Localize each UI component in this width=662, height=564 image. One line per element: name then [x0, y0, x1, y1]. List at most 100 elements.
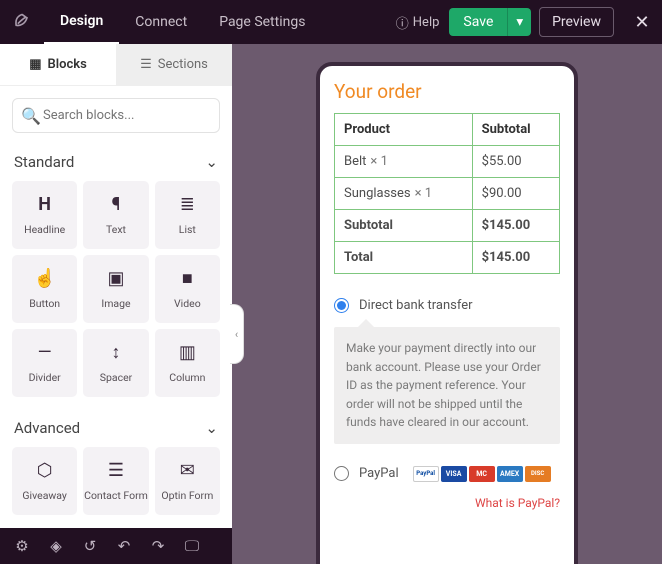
block-list[interactable]: ≣ List [155, 181, 220, 249]
sidebar: ▦Blocks ☰ Sections 🔍 Standard ⌄ H Headline… [0, 44, 232, 564]
save-button-group: Save ▾ [449, 8, 531, 36]
tab-sections-label: Sections [158, 57, 208, 72]
tab-blocks-label: Blocks [47, 57, 86, 72]
help-link[interactable]: ⓘ Help [396, 13, 440, 32]
block-label: Spacer [100, 371, 132, 384]
discover-icon: DISC [525, 466, 551, 482]
workspace: ▦Blocks ☰ Sections 🔍 Standard ⌄ H Headline… [0, 44, 662, 564]
gear-icon: ⚙ [15, 537, 28, 555]
block-label: Optin Form [161, 489, 213, 502]
cell-product: Sunglasses× 1 [335, 178, 473, 210]
col-product: Product [335, 114, 473, 146]
block-spacer[interactable]: ↕Spacer [83, 329, 148, 397]
label-bank: Direct bank transfer [359, 298, 473, 313]
redo-icon: ↷ [152, 537, 165, 555]
block-divider[interactable]: —Divider [12, 329, 77, 397]
block-contact-form[interactable]: ☰Contact Form [83, 447, 148, 515]
divider-icon: — [38, 342, 52, 363]
order-title: Your order [334, 80, 560, 103]
redo-button[interactable]: ↷ [144, 532, 172, 560]
block-label: Headline [24, 223, 65, 236]
search-icon: 🔍 [21, 106, 41, 125]
tab-sections[interactable]: ☰ Sections [116, 44, 232, 85]
table-header-row: Product Subtotal [335, 114, 560, 146]
button-icon: ☝ [33, 268, 55, 289]
payment-option-paypal[interactable]: PayPal PayPal VISA MC AMEX DISC [334, 462, 560, 486]
search-wrap: 🔍 [12, 98, 220, 133]
layers-icon: ◈ [50, 537, 62, 555]
layers-button[interactable]: ◈ [42, 532, 70, 560]
history-icon: ↺ [84, 537, 97, 555]
mail-icon: ✉ [180, 460, 195, 481]
block-label: Column [169, 371, 205, 384]
block-giveaway[interactable]: ⬡Giveaway [12, 447, 77, 515]
mastercard-icon: MC [469, 466, 495, 482]
sections-icon: ☰ [140, 57, 152, 72]
nav-design[interactable]: Design [44, 0, 119, 44]
payment-option-bank[interactable]: Direct bank transfer [334, 294, 560, 317]
sidebar-collapse-handle[interactable]: ‹ [230, 304, 244, 364]
block-column[interactable]: ▥ Column [155, 329, 220, 397]
caret-down-icon: ▾ [516, 15, 523, 30]
sidebar-tabs: ▦Blocks ☰ Sections [0, 44, 232, 86]
topbar: Design Connect Page Settings ⓘ Help Save… [0, 0, 662, 44]
nav-connect[interactable]: Connect [119, 0, 203, 44]
group-standard-title: Standard [14, 153, 74, 171]
settings-button[interactable]: ⚙ [8, 532, 36, 560]
help-icon: ⓘ [396, 13, 409, 32]
chevron-down-icon: ⌄ [205, 153, 218, 171]
block-headline[interactable]: H Headline [12, 181, 77, 249]
column-icon: ▥ [179, 342, 196, 363]
block-image[interactable]: ▣ Image [83, 255, 148, 323]
what-is-paypal-link[interactable]: What is PayPal? [334, 496, 560, 510]
text-icon: ¶ [112, 194, 121, 215]
device-button[interactable]: 🖵 [178, 532, 206, 560]
block-video[interactable]: ■Video [155, 255, 220, 323]
group-advanced-title: Advanced [14, 419, 80, 437]
product-qty: × 1 [415, 186, 432, 201]
save-dropdown[interactable]: ▾ [507, 8, 531, 36]
group-standard-header[interactable]: Standard ⌄ [12, 147, 220, 181]
row-total: Total $145.00 [335, 242, 560, 274]
radio-bank[interactable] [334, 298, 349, 313]
preview-button[interactable]: Preview [539, 7, 614, 37]
total-label: Total [335, 242, 473, 274]
headline-icon: H [38, 194, 51, 215]
list-icon: ≣ [180, 194, 195, 215]
grid-standard: H Headline ¶ Text ≣ List ☝Button ▣ Image ■Vi… [12, 181, 220, 397]
block-label: Image [101, 297, 130, 310]
visa-icon: VISA [441, 466, 467, 482]
image-icon: ▣ [107, 268, 124, 289]
block-label: Text [106, 223, 126, 236]
order-table: Product Subtotal Belt× 1 $55.00 Sunglass… [334, 113, 560, 274]
history-button[interactable]: ↺ [76, 532, 104, 560]
block-optin-form[interactable]: ✉ Optin Form [155, 447, 220, 515]
payment-methods: Direct bank transfer Make your payment d… [334, 294, 560, 510]
app-logo [0, 12, 44, 32]
cell-product: Belt× 1 [335, 146, 473, 178]
tab-blocks[interactable]: ▦Blocks [0, 44, 116, 85]
block-text[interactable]: ¶ Text [83, 181, 148, 249]
label-paypal: PayPal [359, 466, 399, 481]
save-button[interactable]: Save [449, 8, 507, 36]
radio-paypal[interactable] [334, 466, 349, 481]
row-subtotal: Subtotal $145.00 [335, 210, 560, 242]
nav-page-settings[interactable]: Page Settings [203, 0, 321, 44]
close-icon: ✕ [634, 12, 649, 33]
giveaway-icon: ⬡ [37, 460, 53, 481]
block-button[interactable]: ☝Button [12, 255, 77, 323]
chevron-down-icon: ⌄ [205, 419, 218, 437]
search-input[interactable] [12, 98, 220, 133]
col-subtotal: Subtotal [472, 114, 559, 146]
chevron-left-icon: ‹ [235, 328, 238, 341]
desktop-icon: 🖵 [185, 537, 199, 555]
form-icon: ☰ [108, 460, 124, 481]
group-advanced-header[interactable]: Advanced ⌄ [12, 413, 220, 447]
close-button[interactable]: ✕ [622, 2, 662, 42]
block-label: List [179, 223, 196, 236]
cell-amount: $90.00 [472, 178, 559, 210]
sidebar-footer: ⚙ ◈ ↺ ↶ ↷ 🖵 [0, 528, 232, 564]
sidebar-scroll[interactable]: 🔍 Standard ⌄ H Headline ¶ Text ≣ List ☝Butt… [0, 86, 232, 528]
undo-button[interactable]: ↶ [110, 532, 138, 560]
canvas: Your order Product Subtotal Belt× 1 $55.… [232, 44, 662, 564]
